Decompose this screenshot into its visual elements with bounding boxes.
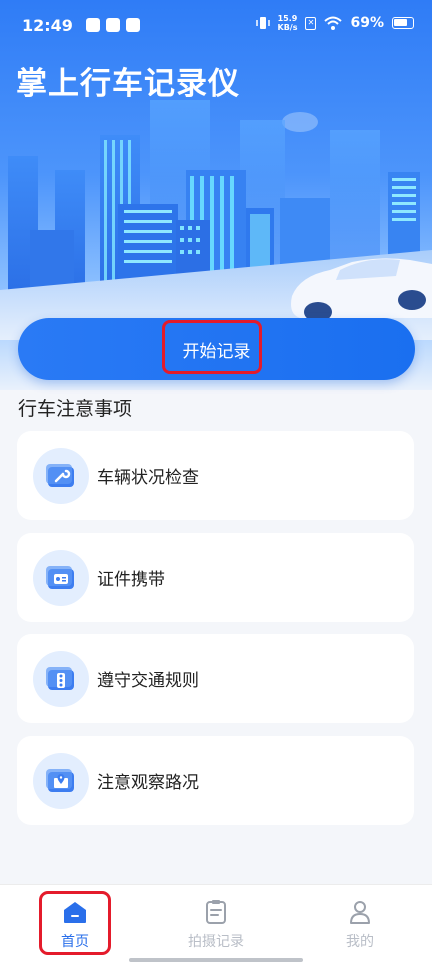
tip-card-traffic-rules[interactable]: 遵守交通规则 xyxy=(17,634,414,723)
wifi-icon xyxy=(324,16,343,30)
net-speed-unit: KB/s xyxy=(277,23,298,32)
tip-card-label: 注意观察路况 xyxy=(97,773,199,793)
traffic-light-icon xyxy=(33,650,89,707)
nav-profile-label: 我的 xyxy=(346,934,374,950)
nav-profile[interactable]: 我的 xyxy=(315,899,405,951)
tip-card-documents[interactable]: 证件携带 xyxy=(17,533,414,622)
tip-card-label: 证件携带 xyxy=(97,570,165,590)
net-speed-value: 15.9 xyxy=(277,14,298,23)
notification-icons xyxy=(86,18,140,32)
section-title: 行车注意事项 xyxy=(18,398,133,420)
notification-app-icon xyxy=(106,18,120,32)
tip-card-vehicle-check[interactable]: 车辆状况检查 xyxy=(17,431,414,520)
start-recording-button[interactable]: 开始记录 xyxy=(18,318,415,380)
battery-icon xyxy=(392,17,414,29)
status-indicators: 15.9 KB/s ✕ 69% xyxy=(255,14,414,32)
nav-home-label: 首页 xyxy=(61,934,89,950)
map-pin-icon xyxy=(33,752,89,809)
notification-app-icon xyxy=(126,18,140,32)
nav-records-label: 拍摄记录 xyxy=(188,934,244,950)
status-bar: 12:49 15.9 KB/s ✕ 69% xyxy=(0,0,432,52)
tip-card-road-conditions[interactable]: 注意观察路况 xyxy=(17,736,414,825)
battery-percent: 69% xyxy=(350,15,384,31)
sim-icon: ✕ xyxy=(305,16,317,30)
city-illustration xyxy=(0,100,432,340)
user-icon xyxy=(315,899,405,925)
notification-app-icon xyxy=(86,18,100,32)
home-indicator xyxy=(129,958,303,962)
clipboard-icon xyxy=(171,899,261,925)
id-card-icon xyxy=(33,549,89,606)
vibrate-icon xyxy=(255,17,270,29)
tip-card-label: 车辆状况检查 xyxy=(97,468,199,488)
nav-records[interactable]: 拍摄记录 xyxy=(171,899,261,951)
home-icon xyxy=(30,899,120,925)
start-recording-label: 开始记录 xyxy=(182,341,251,362)
wrench-icon xyxy=(33,447,89,504)
status-time: 12:49 xyxy=(22,16,73,35)
bottom-nav: 首页 拍摄记录 我的 xyxy=(0,884,432,964)
nav-home[interactable]: 首页 xyxy=(30,899,120,951)
tip-card-label: 遵守交通规则 xyxy=(97,671,199,691)
net-speed: 15.9 KB/s xyxy=(278,14,298,32)
